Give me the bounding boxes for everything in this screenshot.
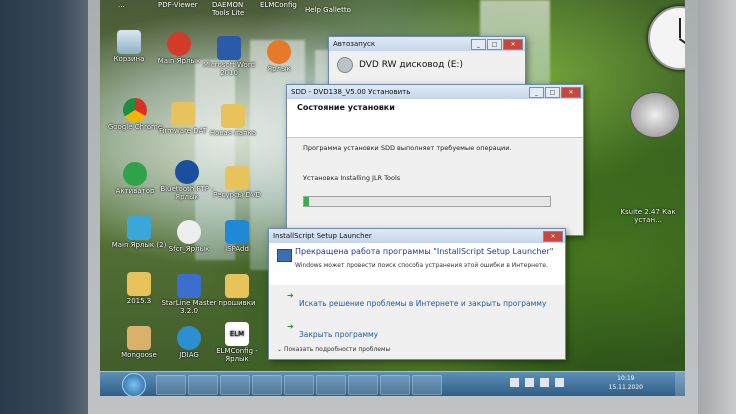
desktop-icon[interactable]: Ksuite 2.47 Как устан... bbox=[618, 208, 678, 224]
taskbar-app-button[interactable] bbox=[284, 375, 314, 395]
app-icon bbox=[177, 326, 201, 350]
details-toggle[interactable]: ⌄ Показать подробности проблемы bbox=[277, 346, 390, 353]
desktop-icon[interactable]: Новая папка bbox=[204, 104, 262, 137]
desktop-icon[interactable]: ISPAdd bbox=[208, 220, 266, 253]
clock[interactable]: 10:19 15.11.2020 bbox=[609, 374, 643, 392]
sdd-installer-window[interactable]: SDD - DVD138_V5.00 Установить _ □ ✕ Состоя… bbox=[286, 84, 584, 236]
close-button[interactable]: ✕ bbox=[543, 231, 563, 242]
close-program-option[interactable]: ➔ Закрыть программу bbox=[287, 322, 555, 341]
taskbar-app-button[interactable] bbox=[316, 375, 346, 395]
arrow-right-icon: ➔ bbox=[287, 322, 294, 331]
taskbar-media-button[interactable] bbox=[188, 375, 218, 395]
desktop-label[interactable]: Help Galletto bbox=[305, 6, 351, 14]
close-button[interactable]: ✕ bbox=[561, 87, 581, 98]
crash-title: InstallScript Setup Launcher bbox=[273, 232, 372, 240]
clock-gadget[interactable] bbox=[648, 6, 685, 70]
arrow-right-icon: ➔ bbox=[287, 291, 294, 300]
tray-icon[interactable] bbox=[510, 378, 519, 387]
app-icon bbox=[123, 162, 147, 186]
autorun-title: Автозапуск bbox=[333, 40, 376, 48]
folder-icon bbox=[221, 104, 245, 128]
desktop-label[interactable]: DAEMON Tools Lite bbox=[212, 1, 252, 17]
app-icon bbox=[127, 326, 151, 350]
desktop-label[interactable]: PDF-Viewer bbox=[158, 1, 198, 9]
task-text: Установка Installing JLR Tools bbox=[303, 174, 401, 182]
close-button[interactable]: ✕ bbox=[503, 39, 523, 50]
minimize-button[interactable]: _ bbox=[471, 39, 486, 50]
flag-icon[interactable] bbox=[555, 378, 564, 387]
desktop-icon[interactable]: Активатор bbox=[106, 162, 164, 195]
folder-icon bbox=[225, 166, 249, 190]
taskbar-app-button[interactable] bbox=[412, 375, 442, 395]
folder-icon bbox=[127, 272, 151, 296]
word-icon bbox=[217, 36, 241, 60]
taskbar-app-button[interactable] bbox=[252, 375, 282, 395]
app-icon bbox=[177, 274, 201, 298]
clock-date: 15.11.2020 bbox=[608, 384, 643, 391]
crash-description: Windows может провести поиск способа уст… bbox=[295, 262, 548, 269]
cpu-meter-gadget[interactable] bbox=[630, 92, 680, 138]
app-icon bbox=[167, 32, 191, 56]
desktop-label[interactable]: ELMConfig bbox=[260, 1, 297, 9]
minimize-button[interactable]: _ bbox=[529, 87, 544, 98]
progress-bar bbox=[303, 196, 551, 207]
status-text: Программа установки SDD выполняет требуе… bbox=[303, 144, 512, 152]
search-solution-option[interactable]: ➔ Искать решение проблемы в Интернете и … bbox=[287, 291, 555, 310]
bluetooth-icon bbox=[175, 160, 199, 184]
app-icon bbox=[225, 220, 249, 244]
drive-label: DVD RW дисковод (E:) bbox=[359, 60, 463, 70]
taskbar-app-button[interactable] bbox=[348, 375, 378, 395]
search-solution-label: Искать решение проблемы в Интернете и за… bbox=[299, 299, 547, 308]
chevron-down-icon: ⌄ bbox=[277, 346, 283, 353]
application-icon bbox=[277, 249, 292, 262]
crash-dialog[interactable]: InstallScript Setup Launcher ✕ Прекращен… bbox=[268, 228, 566, 360]
recycle-bin-icon bbox=[117, 30, 141, 54]
dvd-drive-icon bbox=[337, 57, 353, 73]
clock-hand bbox=[678, 38, 685, 50]
taskbar: 10:19 15.11.2020 bbox=[100, 371, 685, 396]
start-button[interactable] bbox=[122, 373, 146, 396]
desktop-icon[interactable]: ELM ELMConfig - Ярлык bbox=[208, 322, 266, 363]
app-icon bbox=[267, 40, 291, 64]
volume-icon[interactable] bbox=[540, 378, 549, 387]
taskbar-app-button[interactable] bbox=[380, 375, 410, 395]
maximize-button[interactable]: □ bbox=[545, 87, 560, 98]
taskbar-explorer-button[interactable] bbox=[156, 375, 186, 395]
folder-icon bbox=[225, 274, 249, 298]
show-desktop-button[interactable] bbox=[675, 372, 685, 396]
elm-icon: ELM bbox=[225, 322, 249, 346]
details-label: Показать подробности проблемы bbox=[283, 346, 391, 353]
car-icon bbox=[127, 216, 151, 240]
progress-fill bbox=[304, 197, 309, 206]
maximize-button[interactable]: □ bbox=[487, 39, 502, 50]
clock-time: 10:19 bbox=[617, 375, 635, 382]
clock-hand bbox=[679, 18, 681, 38]
desktop-icon[interactable]: Ресурсы DVD bbox=[208, 166, 266, 199]
app-icon bbox=[177, 220, 201, 244]
desktop-icon[interactable]: Ярлык bbox=[250, 40, 308, 73]
section-title: Состояние установки bbox=[297, 103, 395, 112]
system-tray bbox=[510, 378, 620, 390]
desktop-label[interactable]: ... bbox=[118, 1, 125, 9]
desktop: ... PDF-Viewer DAEMON Tools Lite ELMConf… bbox=[100, 0, 685, 396]
desktop-icon[interactable]: прошивки bbox=[208, 274, 266, 307]
network-icon[interactable] bbox=[525, 378, 534, 387]
crash-heading: Прекращена работа программы "InstallScri… bbox=[295, 247, 554, 256]
chrome-icon bbox=[123, 98, 147, 122]
folder-icon bbox=[171, 102, 195, 126]
close-program-label: Закрыть программу bbox=[299, 330, 379, 339]
taskbar-chrome-button[interactable] bbox=[220, 375, 250, 395]
sdd-title: SDD - DVD138_V5.00 Установить bbox=[291, 88, 411, 96]
